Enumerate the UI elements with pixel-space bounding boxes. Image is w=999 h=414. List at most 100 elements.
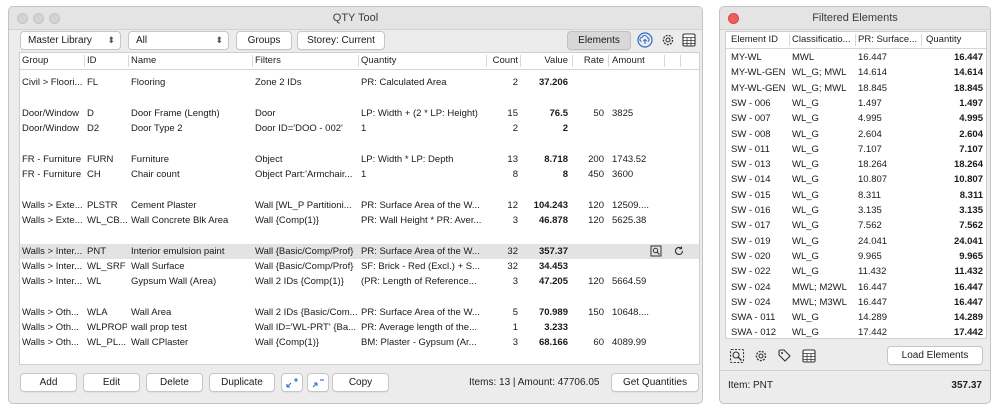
- get-quantities-button[interactable]: Get Quantities: [611, 373, 699, 392]
- list-item[interactable]: SW - 011 WL_G 7.107 7.107: [726, 142, 986, 157]
- table-row[interactable]: Door/Window D Door Frame (Length) Door LP: W…: [20, 106, 699, 121]
- column-header-group[interactable]: Group: [22, 53, 82, 69]
- list-item[interactable]: SW - 017 WL_G 7.562 7.562: [726, 218, 986, 233]
- column-header-quantity[interactable]: Quantity: [926, 32, 982, 48]
- table-row[interactable]: Walls > Inter... PNT Interior emulsion pai…: [20, 244, 699, 259]
- list-item[interactable]: SW - 013 WL_G 18.264 18.264: [726, 157, 986, 172]
- spreadsheet-icon[interactable]: [681, 32, 697, 48]
- groups-button[interactable]: Groups: [236, 31, 292, 50]
- list-item[interactable]: MY-WL-GEN WL_G; MWL 18.845 18.845: [726, 81, 986, 96]
- list-item[interactable]: MY-WL-GEN WL_G; MWL 14.614 14.614: [726, 65, 986, 80]
- copy-button[interactable]: Copy: [332, 373, 389, 392]
- column-header-surface[interactable]: PR: Surface...: [858, 32, 920, 48]
- delete-button[interactable]: Delete: [146, 373, 203, 392]
- cell-cls: WL_G: [792, 143, 819, 155]
- table-row[interactable]: FR - Furniture FURN Furniture Object LP: Wid…: [20, 152, 699, 167]
- spreadsheet-icon[interactable]: [801, 348, 817, 364]
- refresh-icon[interactable]: [673, 245, 685, 257]
- close-window-icon[interactable]: [17, 13, 28, 24]
- cell-surf: 3.135: [858, 205, 882, 216]
- edit-button[interactable]: Edit: [83, 373, 140, 392]
- cell-group: Door/Window: [22, 108, 80, 119]
- list-item[interactable]: SW - 019 WL_G 24.041 24.041: [726, 234, 986, 249]
- cell-value: 8: [562, 169, 568, 180]
- zoom-to-element-icon[interactable]: [729, 348, 745, 364]
- list-item[interactable]: SW - 022 WL_G 11.432 11.432: [726, 264, 986, 279]
- cell-id: WL_CB...: [87, 215, 127, 226]
- cell-cls: WL_G; MWL: [792, 82, 847, 94]
- cell-filters: Object Part:'Armchair...: [255, 169, 353, 180]
- minimize-window-icon[interactable]: [33, 13, 44, 24]
- list-item[interactable]: SW - 015 WL_G 8.311 8.311: [726, 188, 986, 203]
- expand-all-button[interactable]: [281, 373, 303, 392]
- cell-filters: Wall {Basic/Comp/Prof}: [255, 246, 354, 257]
- selected-item-value: 357.37: [951, 380, 982, 391]
- library-select[interactable]: Master Library ⬍: [20, 31, 121, 50]
- list-item[interactable]: SW - 007 WL_G 4.995 4.995: [726, 111, 986, 126]
- list-item[interactable]: SWA - 012 WL_G 17.442 17.442: [726, 325, 986, 339]
- close-window-icon[interactable]: [728, 13, 739, 24]
- zoom-to-element-icon[interactable]: [650, 245, 662, 257]
- duplicate-button[interactable]: Duplicate: [209, 373, 275, 392]
- gear-icon[interactable]: [753, 348, 769, 364]
- tags-icon[interactable]: [777, 348, 793, 364]
- column-header-filters[interactable]: Filters: [255, 53, 355, 69]
- gear-icon[interactable]: [660, 32, 676, 48]
- cell-id: SWA - 011: [731, 312, 776, 324]
- list-item[interactable]: SW - 024 MWL; M3WL 16.447 16.447: [726, 295, 986, 310]
- cloud-upload-icon[interactable]: [637, 32, 653, 48]
- column-header-count[interactable]: Count: [488, 53, 518, 69]
- cell-amount: 12509....: [612, 200, 649, 211]
- list-item[interactable]: SW - 014 WL_G 10.807 10.807: [726, 172, 986, 187]
- table-row[interactable]: Walls > Oth... WLA Wall Area Wall 2 IDs {Ba…: [20, 305, 699, 320]
- table-row[interactable]: Walls > Inter... WL_SRF Wall Surface Wall {…: [20, 259, 699, 274]
- list-item[interactable]: SW - 016 WL_G 3.135 3.135: [726, 203, 986, 218]
- cell-count: 3: [512, 215, 518, 226]
- list-item[interactable]: SW - 024 MWL; M2WL 16.447 16.447: [726, 280, 986, 295]
- load-elements-button[interactable]: Load Elements: [887, 346, 983, 365]
- column-header-name[interactable]: Name: [131, 53, 251, 69]
- storey-button[interactable]: Storey: Current: [297, 31, 385, 50]
- table-row[interactable]: Walls > Inter... WL Gypsum Wall (Area) Wall…: [20, 274, 699, 289]
- table-row[interactable]: Walls > Exte... WL_CB... Wall Concrete Blk…: [20, 213, 699, 228]
- filter-select[interactable]: All ⬍: [128, 31, 229, 50]
- cell-rate: [574, 320, 604, 335]
- column-header-classification[interactable]: Classificatio...: [792, 32, 854, 48]
- table-row[interactable]: Door/Window D2 Door Type 2 Door ID='DOO - 0…: [20, 121, 699, 136]
- column-header-value[interactable]: Value: [522, 53, 568, 69]
- cell-group: Walls > Inter...: [22, 246, 83, 257]
- cell-surf: 4.995: [858, 113, 882, 125]
- list-item[interactable]: SW - 020 WL_G 9.965 9.965: [726, 249, 986, 264]
- column-header-quantity[interactable]: Quantity: [361, 53, 481, 69]
- column-header-element-id[interactable]: Element ID: [731, 32, 787, 48]
- add-button[interactable]: Add: [20, 373, 77, 392]
- cell-name: Interior emulsion paint: [131, 246, 225, 257]
- table-row[interactable]: Walls > Exte... PLSTR Cement Plaster Wall […: [20, 198, 699, 213]
- selected-item-label: Item: PNT: [728, 380, 774, 391]
- collapse-all-button[interactable]: [307, 373, 329, 392]
- table-row[interactable]: Walls > Oth... WL_PL... Wall CPlaster Wall …: [20, 335, 699, 350]
- list-item[interactable]: SW - 008 WL_G 2.604 2.604: [726, 127, 986, 142]
- list-item[interactable]: SWA - 011 WL_G 14.289 14.289: [726, 310, 986, 325]
- zoom-window-icon[interactable]: [49, 13, 60, 24]
- cell-qty: 7.562: [959, 220, 983, 232]
- cell-qty: 18.264: [953, 159, 983, 171]
- list-item[interactable]: MY-WL MWL 16.447 16.447: [726, 50, 986, 65]
- filtered-elements-table: Element ID Classificatio... PR: Surface.…: [725, 31, 987, 339]
- column-header-id[interactable]: ID: [87, 53, 127, 69]
- cell-qty: 17.442: [953, 327, 983, 339]
- cell-cls: MWL; M3WL: [792, 296, 847, 308]
- table-row[interactable]: Civil > Floori... FL Flooring Zone 2 IDs PR:…: [20, 75, 699, 90]
- table-row[interactable]: Walls > Oth... WLPROP wall prop test Wall I…: [20, 320, 699, 335]
- cell-value: 47.205: [538, 276, 568, 287]
- items-status: Items: 13 | Amount: 47706.05: [469, 377, 600, 388]
- list-item[interactable]: SW - 006 WL_G 1.497 1.497: [726, 96, 986, 111]
- column-header-rate[interactable]: Rate: [574, 53, 604, 69]
- table-row[interactable]: FR - Furniture CH Chair count Object Part:'…: [20, 167, 699, 182]
- column-header-amount[interactable]: Amount: [612, 53, 656, 69]
- elements-toggle-button[interactable]: Elements: [567, 31, 631, 50]
- cell-surf: 16.447: [858, 52, 888, 63]
- cell-count: 3: [512, 276, 518, 287]
- cell-quantity: BM: Plaster - Gypsum (Ar...: [361, 337, 477, 348]
- cell-id: WLA: [87, 307, 108, 318]
